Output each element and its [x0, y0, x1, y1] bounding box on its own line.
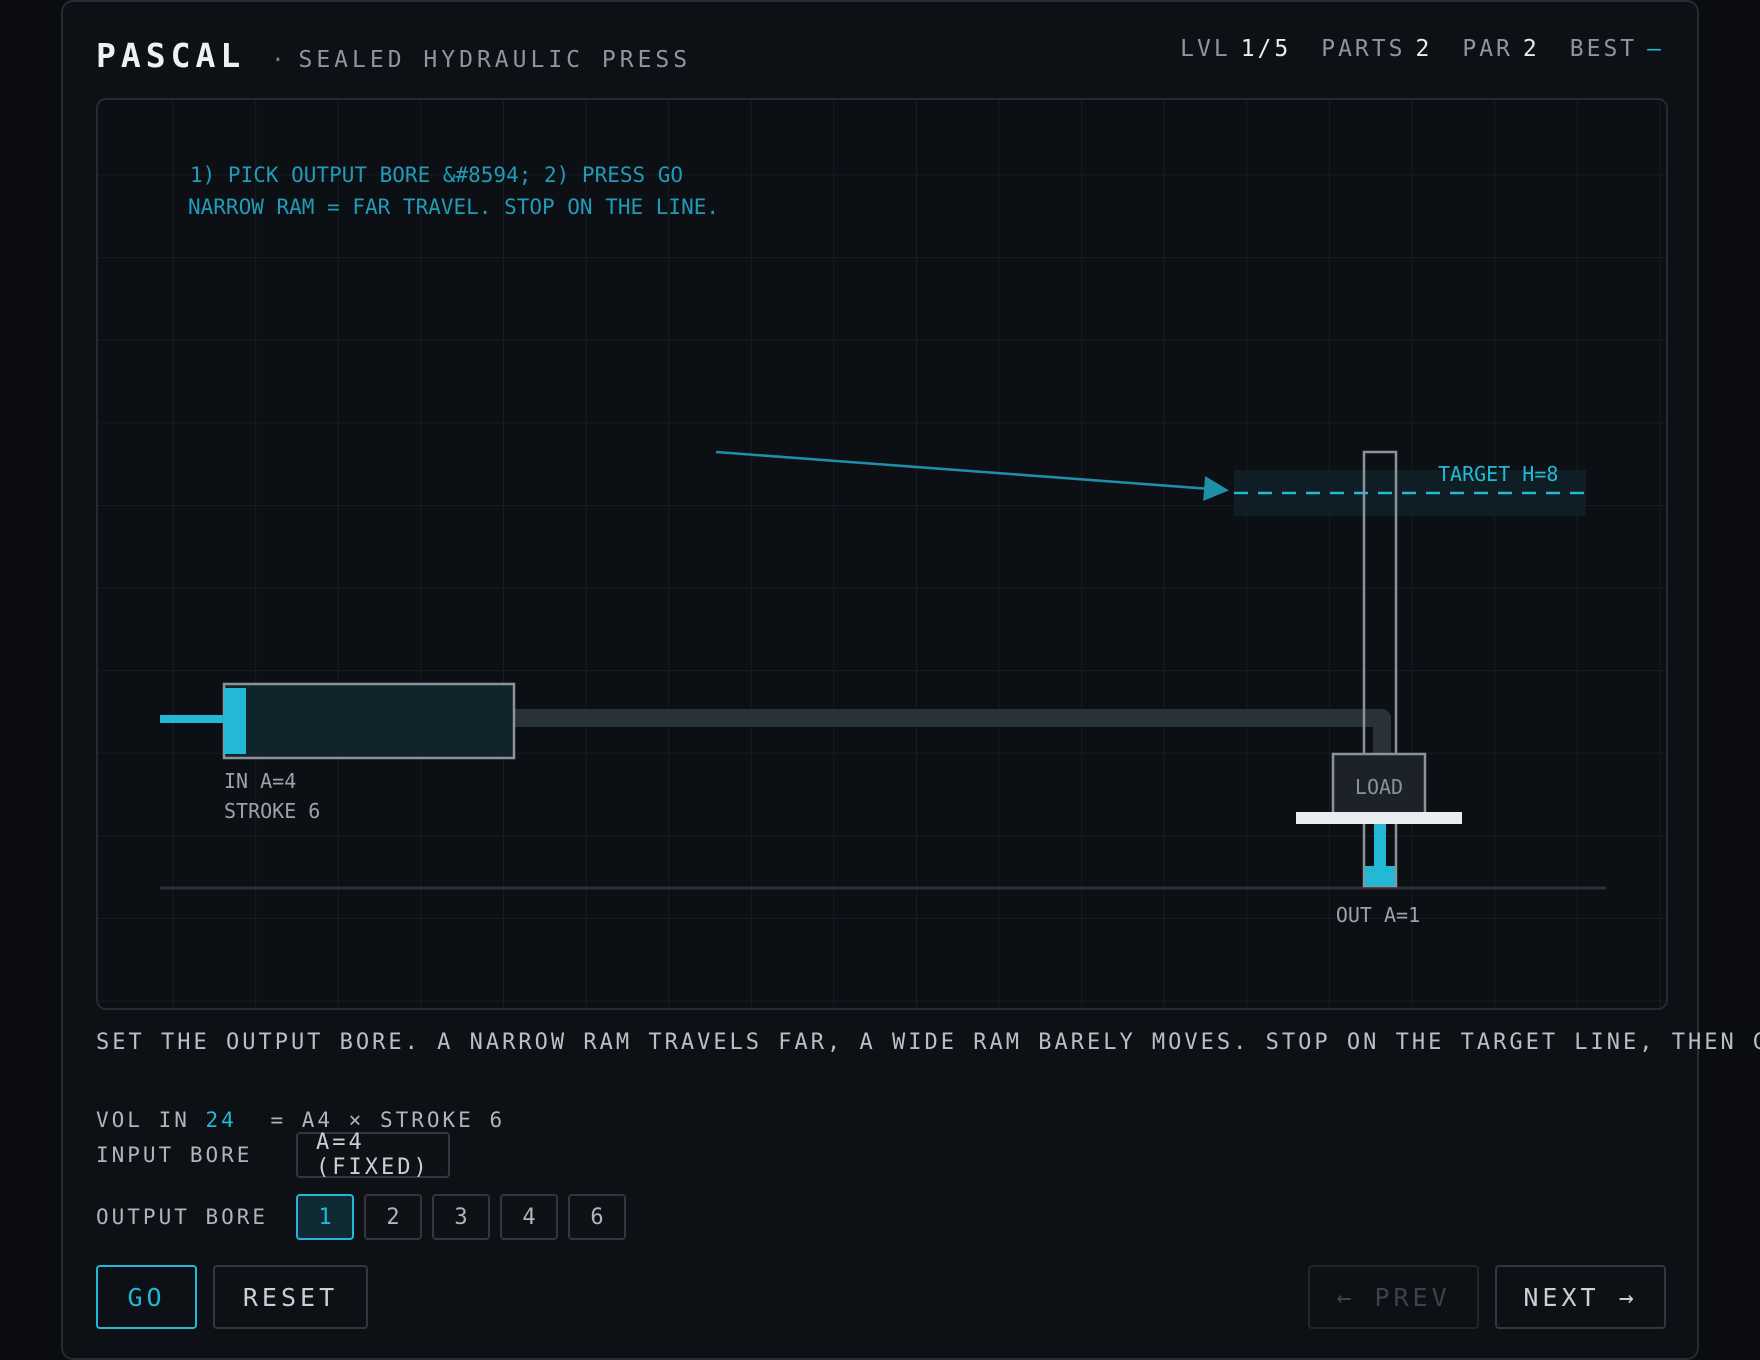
- stat-par-value: 2: [1522, 36, 1540, 62]
- stat-parts-label: PARTS: [1321, 36, 1406, 62]
- output-piston: [1365, 866, 1395, 886]
- game-title: PASCAL: [96, 36, 246, 75]
- volume-readout: VOL IN 24 = A4 × STROKE 6: [96, 1108, 505, 1132]
- output-bore-options: 1 2 3 4 6: [296, 1194, 626, 1240]
- reset-button[interactable]: RESET: [213, 1265, 368, 1329]
- press-stage: 1) PICK OUTPUT BORE &#8594; 2) PRESS GO …: [96, 98, 1668, 1010]
- input-piston: [224, 688, 246, 754]
- stat-par: PAR 2: [1462, 36, 1539, 62]
- vol-formula: = A4 × STROKE 6: [270, 1108, 506, 1132]
- header: PASCAL · SEALED HYDRAULIC PRESS LVL 1/5 P…: [96, 36, 1664, 76]
- output-bore-option-2[interactable]: 2: [364, 1194, 422, 1240]
- load-label: LOAD: [1355, 775, 1403, 799]
- output-bore-row: OUTPUT BORE 1 2 3 4 6: [96, 1194, 696, 1240]
- target-label: TARGET H=8: [1438, 462, 1558, 486]
- game-panel: PASCAL · SEALED HYDRAULIC PRESS LVL 1/5 P…: [61, 0, 1760, 1360]
- stat-best-value: –: [1647, 36, 1664, 62]
- level-description: SET THE OUTPUT BORE. A NARROW RAM TRAVEL…: [96, 1030, 1760, 1055]
- input-bore-row: INPUT BORE A=4 (FIXED): [96, 1130, 450, 1180]
- stat-best: BEST –: [1570, 36, 1664, 62]
- prev-level-button[interactable]: ← PREV: [1308, 1265, 1479, 1329]
- go-button[interactable]: GO: [96, 1265, 197, 1329]
- stat-level-value: 1/5: [1240, 36, 1292, 62]
- output-piston-rod: [1374, 824, 1386, 868]
- stroke-label: STROKE 6: [224, 799, 320, 823]
- brand: PASCAL · SEALED HYDRAULIC PRESS: [96, 36, 691, 75]
- vol-label: VOL IN: [96, 1108, 190, 1132]
- stat-level: LVL 1/5: [1180, 36, 1291, 62]
- instruction-line-2: NARROW RAM = FAR TRAVEL. STOP ON THE LIN…: [188, 195, 719, 219]
- output-bore-option-1[interactable]: 1: [296, 1194, 354, 1240]
- title-separator: ·: [271, 48, 285, 73]
- game-subtitle: SEALED HYDRAULIC PRESS: [298, 47, 692, 73]
- input-cylinder: [222, 682, 516, 760]
- stat-parts: PARTS 2: [1321, 36, 1432, 62]
- vol-value: 24: [205, 1108, 237, 1132]
- output-bore-option-6[interactable]: 6: [568, 1194, 626, 1240]
- grid-background: [98, 100, 1666, 1008]
- input-bore-label: INPUT BORE: [96, 1143, 253, 1167]
- stat-parts-value: 2: [1415, 36, 1433, 62]
- load-platform: [1296, 812, 1462, 824]
- output-bore-label: OUTPUT BORE: [96, 1205, 269, 1229]
- stat-par-label: PAR: [1462, 36, 1513, 62]
- output-bore-option-3[interactable]: 3: [432, 1194, 490, 1240]
- stat-level-label: LVL: [1180, 36, 1231, 62]
- stat-best-label: BEST: [1569, 36, 1638, 62]
- stats-bar: LVL 1/5 PARTS 2 PAR 2 BEST –: [1180, 36, 1664, 62]
- press-diagram: 1) PICK OUTPUT BORE &#8594; 2) PRESS GO …: [98, 100, 1666, 1008]
- input-bore-value: A=4 (FIXED): [296, 1130, 450, 1180]
- input-cylinder-label: IN A=4: [224, 769, 296, 793]
- instruction-line-1: 1) PICK OUTPUT BORE &#8594; 2) PRESS GO: [190, 163, 683, 187]
- next-level-button[interactable]: NEXT →: [1495, 1265, 1666, 1329]
- output-cylinder-label: OUT A=1: [1336, 903, 1420, 927]
- output-bore-option-4[interactable]: 4: [500, 1194, 558, 1240]
